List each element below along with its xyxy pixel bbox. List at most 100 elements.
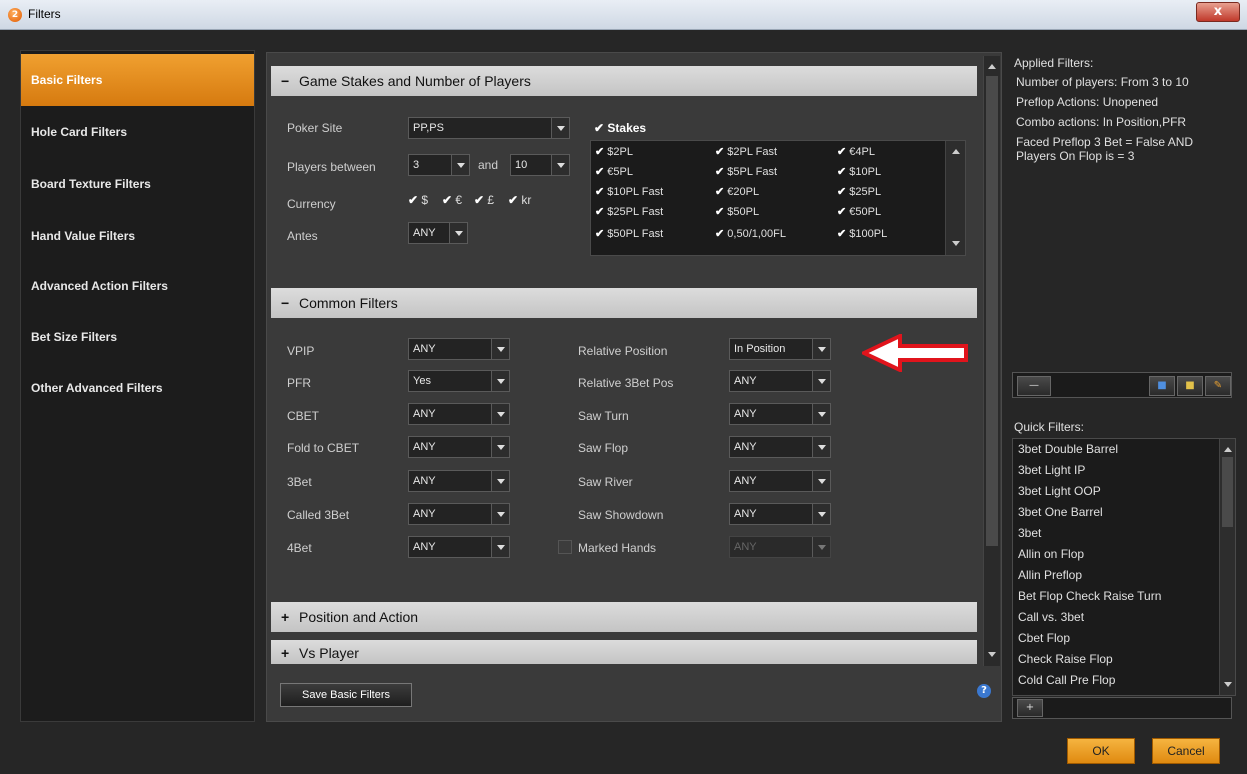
quick-filter-item[interactable]: 3bet Light IP: [1013, 460, 1235, 481]
quick-filter-item[interactable]: Allin on Flop: [1013, 544, 1235, 565]
stake-checkbox[interactable]: ✔ $100PL: [837, 227, 887, 240]
check-icon: ✔: [595, 228, 605, 240]
remove-filter-button[interactable]: —: [1017, 376, 1051, 396]
load-icon[interactable]: ■: [1177, 376, 1203, 396]
cbet-dropdown[interactable]: ANY: [408, 403, 510, 425]
scroll-thumb[interactable]: [986, 76, 998, 546]
stake-checkbox[interactable]: ✔ €20PL: [715, 185, 759, 198]
check-icon: ✔: [442, 193, 453, 207]
saw-turn-dropdown[interactable]: ANY: [729, 403, 831, 425]
players-min-dropdown[interactable]: 3: [408, 154, 470, 176]
currency-gbp-checkbox[interactable]: ✔ £: [474, 193, 494, 207]
nav-item-board-texture-filters[interactable]: Board Texture Filters: [21, 158, 254, 210]
cancel-button[interactable]: Cancel: [1152, 738, 1220, 764]
quick-filter-item[interactable]: 3bet One Barrel: [1013, 502, 1235, 523]
check-icon: ✔: [508, 193, 519, 207]
chevron-down-icon: [491, 471, 509, 491]
check-icon: ✔: [837, 206, 847, 218]
save-basic-filters-button[interactable]: Save Basic Filters: [280, 683, 412, 707]
scroll-up-icon[interactable]: [1224, 447, 1232, 452]
fold-to-cbet-value: ANY: [413, 441, 436, 453]
applied-filters-toolbar: — ■ ■ ✎: [1012, 372, 1232, 398]
quick-filter-item[interactable]: 3bet: [1013, 523, 1235, 544]
relative-position-dropdown[interactable]: In Position: [729, 338, 831, 360]
quick-filters-scrollbar[interactable]: [1219, 439, 1235, 695]
vpip-dropdown[interactable]: ANY: [408, 338, 510, 360]
stake-checkbox[interactable]: ✔ $25PL: [837, 185, 881, 198]
quick-filter-item[interactable]: 3bet Light OOP: [1013, 481, 1235, 502]
scroll-thumb[interactable]: [1222, 457, 1233, 527]
pfr-dropdown[interactable]: Yes: [408, 370, 510, 392]
stake-checkbox[interactable]: ✔ $50PL Fast: [595, 227, 663, 240]
fold-to-cbet-dropdown[interactable]: ANY: [408, 436, 510, 458]
currency-usd-checkbox[interactable]: ✔ $: [408, 193, 428, 207]
help-icon[interactable]: ?: [977, 684, 991, 698]
nav-item-hand-value-filters[interactable]: Hand Value Filters: [21, 210, 254, 262]
applied-filter-item: Number of players: From 3 to 10: [1016, 75, 1189, 89]
ok-button[interactable]: OK: [1067, 738, 1135, 764]
section-common-filters-header[interactable]: − Common Filters: [271, 288, 977, 318]
antes-dropdown[interactable]: ANY: [408, 222, 468, 244]
stakes-checkbox[interactable]: ✔ Stakes: [594, 121, 646, 135]
section-title: Vs Player: [299, 645, 359, 661]
currency-kr-checkbox[interactable]: ✔ kr: [508, 193, 531, 207]
stake-checkbox[interactable]: ✔ $2PL Fast: [715, 145, 777, 158]
section-position-and-action-header[interactable]: + Position and Action: [271, 602, 977, 632]
scroll-down-icon[interactable]: [1224, 682, 1232, 687]
quick-filter-item[interactable]: Bet Flop Check Raise Turn: [1013, 586, 1235, 607]
edit-pencil-icon[interactable]: ✎: [1205, 376, 1231, 396]
save-icon[interactable]: ■: [1149, 376, 1175, 396]
nav-item-bet-size-filters[interactable]: Bet Size Filters: [21, 311, 254, 363]
stake-checkbox[interactable]: ✔ €50PL: [837, 205, 881, 218]
quick-filter-item[interactable]: Cold Call Pre Flop: [1013, 670, 1235, 691]
nav-item-advanced-action-filters[interactable]: Advanced Action Filters: [21, 260, 254, 312]
quick-filter-item[interactable]: Allin Preflop: [1013, 565, 1235, 586]
quick-filter-item[interactable]: 3bet Double Barrel: [1013, 439, 1235, 460]
chevron-down-icon: [812, 471, 830, 491]
poker-site-dropdown[interactable]: PP,PS: [408, 117, 570, 139]
section-game-stakes-header[interactable]: − Game Stakes and Number of Players: [271, 66, 977, 96]
expand-icon: +: [281, 609, 290, 625]
check-icon: ✔: [715, 206, 725, 218]
stake-checkbox[interactable]: ✔ $25PL Fast: [595, 205, 663, 218]
3bet-dropdown[interactable]: ANY: [408, 470, 510, 492]
stake-checkbox[interactable]: ✔ $10PL Fast: [595, 185, 663, 198]
stake-checkbox[interactable]: ✔ $5PL Fast: [715, 165, 777, 178]
scroll-down-icon[interactable]: [988, 652, 996, 657]
called-3bet-dropdown[interactable]: ANY: [408, 503, 510, 525]
players-max-dropdown[interactable]: 10: [510, 154, 570, 176]
stakes-scrollbar[interactable]: [945, 141, 965, 255]
quick-filter-item[interactable]: Cbet Flop: [1013, 628, 1235, 649]
panel-scrollbar[interactable]: [983, 56, 1000, 666]
quick-filter-item[interactable]: Call vs. 3bet: [1013, 607, 1235, 628]
add-quick-filter-button[interactable]: +: [1017, 699, 1043, 717]
antes-value: ANY: [413, 227, 436, 239]
saw-showdown-label: Saw Showdown: [578, 508, 664, 522]
4bet-dropdown[interactable]: ANY: [408, 536, 510, 558]
currency-eur-checkbox[interactable]: ✔ €: [442, 193, 462, 207]
check-icon: ✔: [408, 193, 419, 207]
stake-checkbox[interactable]: ✔ $50PL: [715, 205, 759, 218]
nav-item-hole-card-filters[interactable]: Hole Card Filters: [21, 106, 254, 158]
saw-showdown-dropdown[interactable]: ANY: [729, 503, 831, 525]
scroll-up-icon[interactable]: [988, 64, 996, 69]
section-vs-player-header[interactable]: + Vs Player: [271, 640, 977, 664]
stake-checkbox[interactable]: ✔ $2PL: [595, 145, 633, 158]
close-button[interactable]: x: [1196, 2, 1240, 22]
stake-checkbox[interactable]: ✔ €5PL: [595, 165, 633, 178]
relative-3bet-pos-dropdown[interactable]: ANY: [729, 370, 831, 392]
nav-item-other-advanced-filters[interactable]: Other Advanced Filters: [21, 362, 254, 414]
applied-filter-item: Preflop Actions: Unopened: [1016, 95, 1159, 109]
stake-checkbox[interactable]: ✔ 0,50/1,00FL: [715, 227, 786, 240]
stake-checkbox[interactable]: ✔ $10PL: [837, 165, 881, 178]
nav-item-basic-filters[interactable]: Basic Filters: [21, 54, 254, 106]
quick-filter-item[interactable]: Check Raise Flop: [1013, 649, 1235, 670]
chevron-down-icon: [491, 504, 509, 524]
scroll-up-icon[interactable]: [952, 149, 960, 154]
saw-flop-dropdown[interactable]: ANY: [729, 436, 831, 458]
stake-checkbox[interactable]: ✔ €4PL: [837, 145, 875, 158]
saw-river-dropdown[interactable]: ANY: [729, 470, 831, 492]
chevron-down-icon: [449, 223, 467, 243]
scroll-down-icon[interactable]: [952, 241, 960, 246]
marked-hands-checkbox[interactable]: [558, 540, 572, 554]
